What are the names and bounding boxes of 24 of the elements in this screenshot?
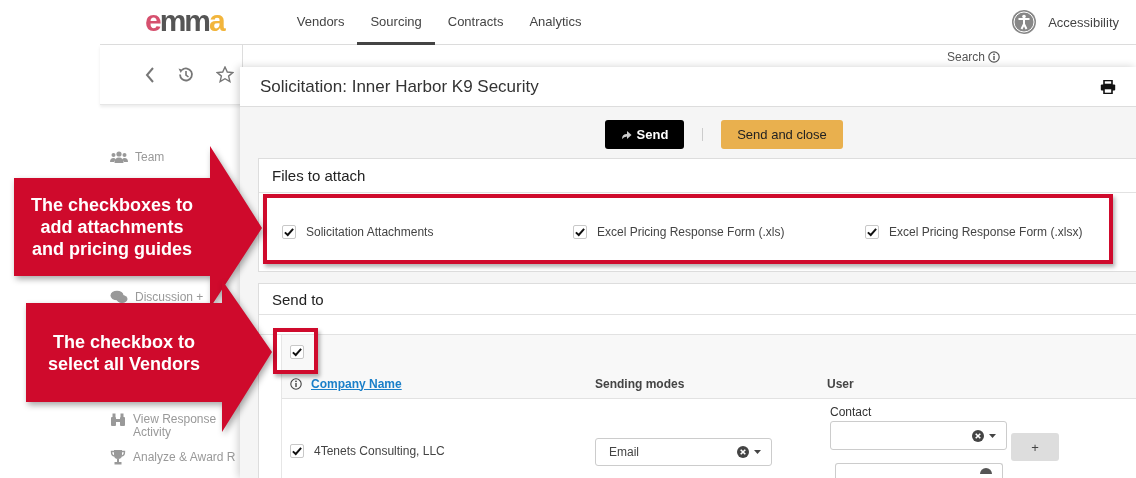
send-and-close-button[interactable]: Send and close — [721, 119, 843, 149]
checkbox-label: Excel Pricing Response Form (.xlsx) — [889, 225, 1083, 239]
callout-text: The checkboxes to add attachments and pricing guides — [29, 194, 195, 260]
column-header: Sending modes — [595, 376, 686, 391]
section-title: Files to attach — [272, 167, 366, 184]
sending-mode-select[interactable]: Email — [595, 438, 772, 466]
nav-tab[interactable]: Sourcing — [357, 0, 435, 45]
section-title: Send to — [272, 290, 324, 308]
column-header-link[interactable]: Company Name — [311, 376, 402, 391]
column-header: User — [827, 376, 855, 391]
nav-tab[interactable]: Contracts — [434, 0, 517, 45]
company-name: 4Tenets Consulting, LLC — [314, 444, 445, 458]
callout-text: The checkbox to select all Vendors — [46, 330, 202, 375]
nav-tab[interactable]: Analytics — [516, 0, 595, 45]
accessibility-link[interactable]: Accessibility — [1048, 14, 1119, 30]
checkbox-label: Solicitation Attachments — [306, 225, 434, 239]
add-button[interactable]: + — [1011, 433, 1059, 461]
checkbox-label: Excel Pricing Response Form (.xls) — [597, 225, 785, 239]
dialog-title: Solicitation: Inner Harbor K9 Security — [260, 76, 539, 97]
logo[interactable]: emma — [145, 6, 224, 36]
send-button[interactable]: Send — [605, 119, 684, 149]
field-label: Contact — [830, 405, 873, 419]
search-label: Search — [946, 50, 985, 64]
nav-tab[interactable]: Vendors — [283, 0, 358, 45]
